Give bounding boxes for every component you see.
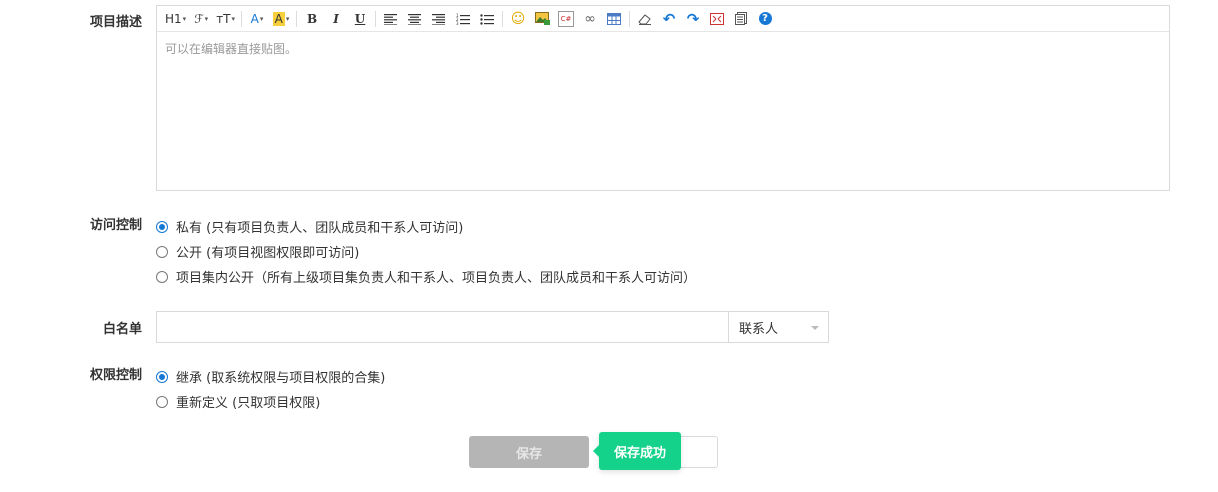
- whitelist-type-value: 联系人: [739, 321, 779, 337]
- heading-icon[interactable]: H1 ▾: [165, 10, 186, 28]
- chevron-down-icon: ▾: [204, 14, 209, 23]
- whitelist-label: 白名单: [102, 322, 142, 337]
- unordered-list-icon[interactable]: [478, 10, 496, 28]
- access-option-label: 项目集内公开（所有上级项目集负责人和干系人、项目负责人、团队成员和干系人可访问）: [176, 271, 697, 286]
- whitelist-type-select[interactable]: 联系人: [728, 311, 829, 343]
- chevron-down-icon: ▾: [259, 14, 264, 23]
- rich-text-editor[interactable]: H1 ▾ ℱ ▾ ᴛT ▾ A ▾ A ▾ B I U 1 2 3 ☺ C# ∞ ↶ ↷? 可以在编辑器直接贴图。: [156, 5, 1170, 191]
- access-label: 访问控制: [89, 218, 142, 233]
- help-icon[interactable]: ?: [756, 10, 774, 28]
- font-color-icon[interactable]: A ▾: [248, 10, 266, 28]
- editor-content[interactable]: 可以在编辑器直接贴图。: [157, 32, 1169, 65]
- font-size-icon[interactable]: ᴛT ▾: [216, 10, 235, 28]
- align-left-icon[interactable]: [382, 10, 400, 28]
- toolbar-divider: [502, 10, 504, 27]
- permission-option-label: 重新定义 (只取项目权限): [176, 396, 321, 411]
- permission-label: 权限控制: [89, 368, 142, 383]
- highlight-icon[interactable]: A ▾: [272, 10, 290, 28]
- radio-private[interactable]: [156, 220, 168, 233]
- source-icon[interactable]: [732, 10, 750, 28]
- access-option-program[interactable]: 项目集内公开（所有上级项目集负责人和干系人、项目负责人、团队成员和干系人可访问）: [156, 267, 696, 286]
- table-icon[interactable]: [605, 10, 623, 28]
- chevron-down-icon: ▾: [182, 14, 187, 23]
- italic-icon[interactable]: I: [327, 10, 345, 28]
- permission-option-inherit[interactable]: 继承 (取系统权限与项目权限的合集): [156, 367, 385, 386]
- bold-icon[interactable]: B: [303, 10, 321, 28]
- toolbar-divider: [296, 10, 298, 27]
- ordered-list-icon[interactable]: 123: [454, 10, 472, 28]
- emoji-icon[interactable]: ☺: [509, 10, 527, 28]
- access-option-private[interactable]: 私有 (只有项目负责人、团队成员和干系人可访问): [156, 217, 463, 236]
- redo-icon[interactable]: ↷: [684, 10, 702, 28]
- radio-program[interactable]: [156, 270, 168, 283]
- font-family-icon[interactable]: ℱ ▾: [192, 10, 210, 28]
- access-option-public[interactable]: 公开 (有项目视图权限即可访问): [156, 242, 359, 261]
- align-center-icon[interactable]: [406, 10, 424, 28]
- permission-option-redefine[interactable]: 重新定义 (只取项目权限): [156, 392, 320, 411]
- eraser-icon[interactable]: [636, 10, 654, 28]
- link-icon[interactable]: ∞: [581, 10, 599, 28]
- save-button[interactable]: 保存: [469, 436, 589, 468]
- description-label: 项目描述: [89, 15, 142, 30]
- align-right-icon[interactable]: [430, 10, 448, 28]
- chevron-down-icon: ▾: [285, 14, 290, 23]
- fullscreen-icon[interactable]: [708, 10, 726, 28]
- whitelist-input[interactable]: [156, 311, 729, 343]
- radio-inherit[interactable]: [156, 370, 168, 383]
- access-option-label: 公开 (有项目视图权限即可访问): [176, 246, 360, 261]
- svg-text:3: 3: [456, 21, 459, 25]
- access-option-label: 私有 (只有项目负责人、团队成员和干系人可访问): [176, 221, 464, 236]
- editor-toolbar: H1 ▾ ℱ ▾ ᴛT ▾ A ▾ A ▾ B I U 1 2 3 ☺ C# ∞ ↶ ↷?: [157, 6, 1169, 32]
- chevron-down-icon: [811, 326, 819, 330]
- radio-public[interactable]: [156, 245, 168, 258]
- permission-option-label: 继承 (取系统权限与项目权限的合集): [176, 371, 386, 386]
- toolbar-divider: [375, 10, 377, 27]
- toolbar-divider: [241, 10, 243, 27]
- chevron-down-icon: ▾: [231, 14, 236, 23]
- radio-redefine[interactable]: [156, 395, 168, 408]
- image-icon[interactable]: [533, 10, 551, 28]
- code-icon[interactable]: C#: [557, 10, 575, 28]
- underline-icon[interactable]: U: [351, 10, 369, 28]
- undo-icon[interactable]: ↶: [660, 10, 678, 28]
- toolbar-divider: [629, 10, 631, 27]
- success-toast: 保存成功: [593, 432, 681, 470]
